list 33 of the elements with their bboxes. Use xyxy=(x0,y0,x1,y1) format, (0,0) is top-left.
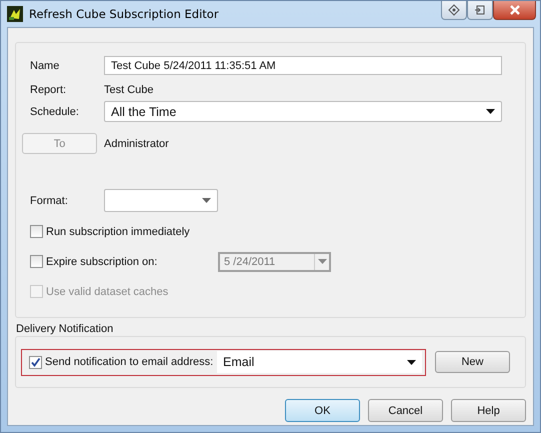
report-label: Report: xyxy=(30,84,68,96)
dialog-button[interactable]: OK xyxy=(285,399,360,422)
recipient-value: Administrator xyxy=(104,138,169,150)
close-button[interactable] xyxy=(493,1,536,20)
dialog-button[interactable]: Cancel xyxy=(368,399,443,422)
option-label: Expire subscription on: xyxy=(46,256,158,268)
email-dropdown[interactable]: Email xyxy=(217,351,422,373)
checkbox[interactable] xyxy=(29,356,42,368)
diamond-icon xyxy=(448,4,460,16)
new-button[interactable]: New xyxy=(435,351,510,373)
caret-icon xyxy=(486,109,495,114)
checkbox[interactable] xyxy=(30,225,43,238)
schedule-dropdown[interactable]: All the Time xyxy=(104,101,502,122)
name-label: Name xyxy=(30,60,60,72)
report-value: Test Cube xyxy=(104,84,154,96)
caret-icon xyxy=(318,259,326,264)
caret-icon xyxy=(202,198,211,203)
send-notification-label: Send notification to email address: xyxy=(45,356,214,368)
schedule-label: Schedule: xyxy=(30,106,80,118)
caret-icon xyxy=(407,360,416,364)
dialog-button[interactable]: Help xyxy=(451,399,526,422)
enter-icon xyxy=(474,4,486,16)
restore-button[interactable] xyxy=(467,1,493,20)
option-label: Use valid dataset caches xyxy=(46,286,168,298)
window-title: Refresh Cube Subscription Editor xyxy=(29,7,219,21)
checkbox[interactable] xyxy=(30,255,43,268)
option-label: Run subscription immediately xyxy=(46,226,190,238)
group-title: Delivery Notification xyxy=(16,323,114,336)
help-context-button[interactable] xyxy=(441,1,467,20)
close-icon xyxy=(508,4,520,16)
format-label: Format: xyxy=(30,194,69,206)
name-field[interactable]: Test Cube 5/24/2011 11:35:51 AM xyxy=(104,56,502,75)
app-icon xyxy=(7,6,23,22)
